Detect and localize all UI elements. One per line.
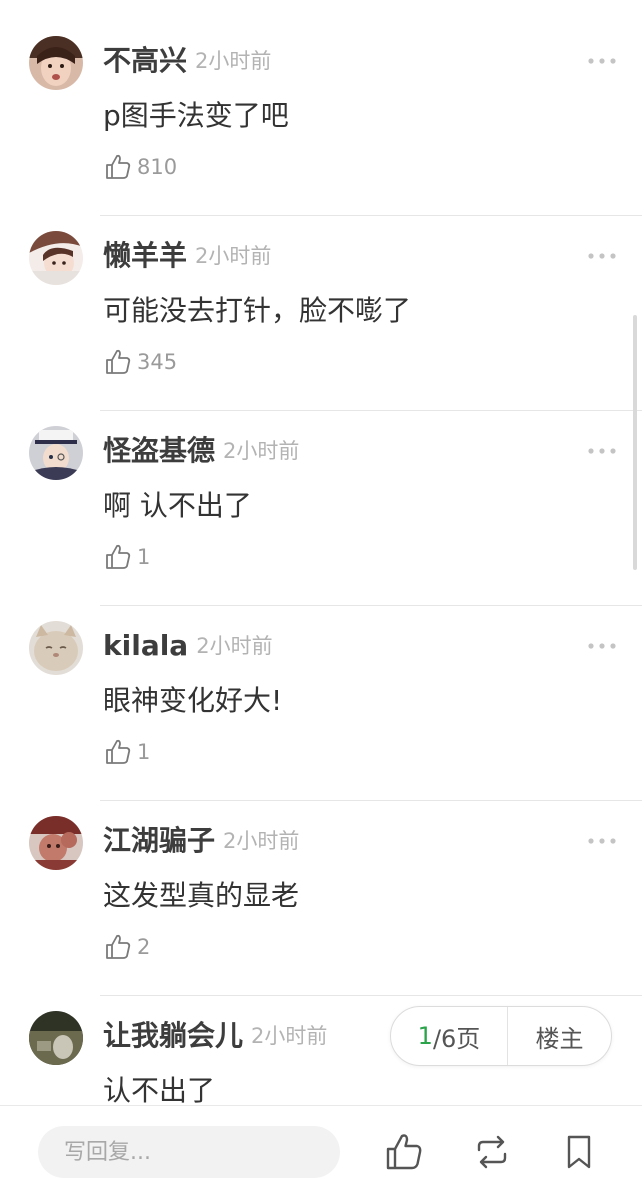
total-pages: /6页 (432, 1024, 481, 1053)
thumbs-up-icon (106, 544, 131, 569)
like-button[interactable]: 345 (104, 345, 177, 379)
owner-only-button[interactable]: 楼主 (508, 1007, 611, 1065)
comment-timestamp: 2小时前 (195, 49, 272, 73)
comment-item: 怪盗基德 2小时前 啊 认不出了 1 (0, 390, 642, 606)
page-indicator-button[interactable]: 1/6页 (391, 1007, 508, 1065)
comment-item: 江湖骗子 2小时前 这发型真的显老 2 (0, 780, 642, 996)
comment-text: p图手法变了吧 (103, 99, 289, 132)
like-count: 2 (137, 935, 151, 959)
thumbs-up-icon (106, 154, 131, 179)
comment-text: 可能没去打针，脸不嘭了 (103, 294, 412, 327)
avatar[interactable] (29, 426, 83, 480)
thumbs-up-icon[interactable] (384, 1132, 424, 1172)
like-button[interactable]: 2 (104, 930, 150, 964)
avatar[interactable] (29, 1011, 83, 1065)
avatar[interactable] (29, 621, 83, 675)
like-button[interactable]: 1 (104, 735, 150, 769)
more-dots-icon[interactable] (586, 249, 618, 263)
comment-timestamp: 2小时前 (223, 829, 300, 853)
like-count: 1 (137, 740, 151, 764)
thumbs-up-icon (106, 349, 131, 374)
comment-username[interactable]: kilala 2小时前 (103, 629, 273, 665)
comment-text: 这发型真的显老 (103, 879, 300, 912)
comment-text: 啊 认不出了 (103, 489, 252, 522)
comment-item: 不高兴 2小时前 p图手法变了吧 810 (0, 0, 642, 216)
reply-input[interactable] (38, 1126, 340, 1178)
bookmark-icon[interactable] (559, 1132, 599, 1172)
like-button[interactable]: 810 (104, 150, 177, 184)
comment-username[interactable]: 江湖骗子 2小时前 (103, 824, 299, 860)
comment-username[interactable]: 怪盗基德 2小时前 (103, 434, 299, 470)
comment-item: kilala 2小时前 眼神变化好大! 1 (0, 585, 642, 801)
comment-timestamp: 2小时前 (196, 634, 273, 658)
bottom-action-bar (0, 1105, 642, 1196)
like-count: 345 (137, 350, 178, 374)
avatar[interactable] (29, 36, 83, 90)
thumbs-up-icon (106, 739, 131, 764)
more-dots-icon[interactable] (586, 54, 618, 68)
like-button[interactable]: 1 (104, 540, 150, 574)
comment-timestamp: 2小时前 (251, 1024, 328, 1048)
avatar[interactable] (29, 816, 83, 870)
repost-icon[interactable] (472, 1132, 512, 1172)
thumbs-up-icon (106, 934, 131, 959)
comment-username[interactable]: 懒羊羊 2小时前 (103, 239, 271, 275)
comment-username[interactable]: 让我躺会儿 2小时前 (103, 1019, 327, 1055)
more-dots-icon[interactable] (586, 834, 618, 848)
page-navigator: 1/6页 楼主 (390, 1006, 612, 1066)
scrollbar[interactable] (633, 315, 637, 570)
comment-timestamp: 2小时前 (195, 244, 272, 268)
like-count: 810 (137, 155, 178, 179)
comment-item: 懒羊羊 2小时前 可能没去打针，脸不嘭了 345 (0, 195, 642, 411)
current-page: 1 (417, 1022, 433, 1050)
avatar[interactable] (29, 231, 83, 285)
like-count: 1 (137, 545, 151, 569)
comment-text: 眼神变化好大! (103, 684, 283, 717)
comment-timestamp: 2小时前 (223, 439, 300, 463)
more-dots-icon[interactable] (586, 639, 618, 653)
more-dots-icon[interactable] (586, 444, 618, 458)
comment-username[interactable]: 不高兴 2小时前 (103, 44, 271, 80)
